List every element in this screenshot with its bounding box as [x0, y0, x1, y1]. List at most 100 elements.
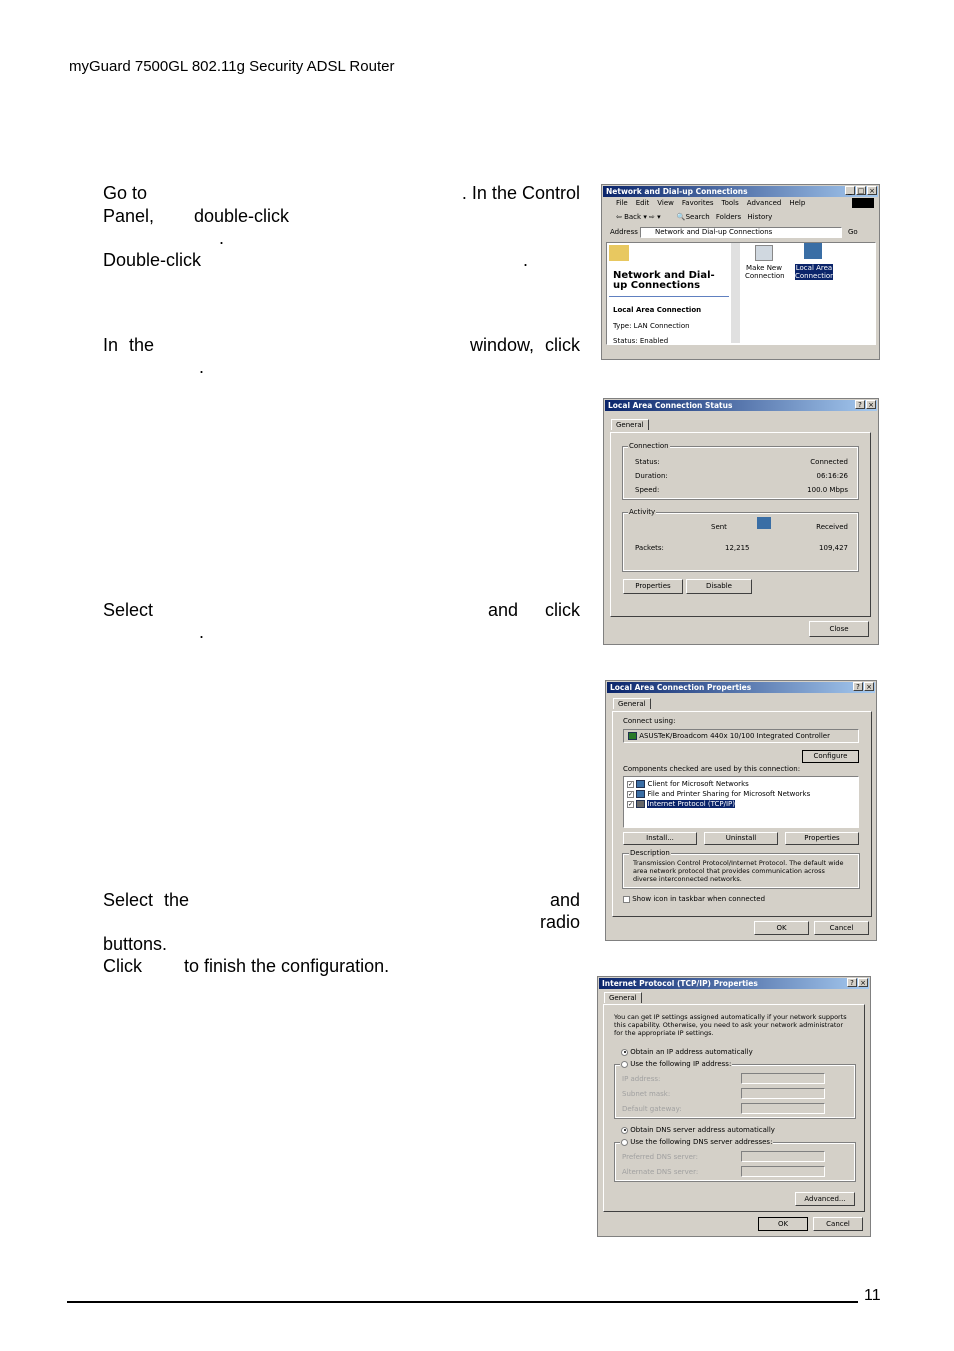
folder-icon	[609, 245, 629, 261]
cancel-button[interactable]: Cancel	[814, 921, 869, 935]
network-card-icon	[628, 732, 637, 740]
help-icon[interactable]: ?	[847, 978, 857, 987]
default-gateway-label: Default gateway:	[622, 1105, 682, 1113]
make-new-connection-icon[interactable]	[755, 245, 773, 261]
tab-general[interactable]: General	[604, 992, 642, 1003]
tcpip-properties-dialog: Internet Protocol (TCP/IP) Properties ? …	[597, 976, 871, 1237]
preferred-dns-field[interactable]	[741, 1151, 825, 1162]
received-label: Received	[816, 523, 848, 531]
uninstall-button[interactable]: Uninstall	[704, 832, 778, 845]
component-item[interactable]: ✓ File and Printer Sharing for Microsoft…	[627, 789, 855, 799]
ok-button[interactable]: OK	[758, 1217, 808, 1231]
sent-label: Sent	[711, 523, 727, 531]
component-item[interactable]: ✓ Client for Microsoft Networks	[627, 779, 855, 789]
disable-button[interactable]: Disable	[686, 579, 752, 594]
obtain-dns-radio[interactable]: Obtain DNS server address automatically	[621, 1126, 775, 1134]
configure-button[interactable]: Configure	[802, 750, 859, 763]
use-ip-radio[interactable]: Use the following IP address:	[620, 1060, 733, 1068]
text-panel: Panel,	[103, 206, 155, 226]
help-icon[interactable]: ?	[853, 682, 863, 691]
obtain-ip-radio[interactable]: Obtain an IP address automatically	[621, 1048, 753, 1056]
close-button[interactable]: Close	[809, 621, 869, 637]
connect-using-label: Connect using:	[623, 717, 676, 725]
preferred-dns-label: Preferred DNS server:	[622, 1153, 699, 1161]
title-bar: Local Area Connection Properties	[607, 682, 875, 693]
go-button[interactable]: Go	[848, 228, 858, 236]
address-bar[interactable]: Network and Dial-up Connections	[640, 227, 842, 238]
close-icon[interactable]: ×	[866, 400, 876, 409]
close-icon[interactable]: ×	[858, 978, 868, 987]
document-page: myGuard 7500GL 802.11g Security ADSL Rou…	[0, 0, 954, 1351]
text-goto: Go to	[103, 183, 148, 203]
properties-button[interactable]: Properties	[785, 832, 859, 845]
text-select: Select	[103, 600, 154, 620]
ip-address-field[interactable]	[741, 1073, 825, 1084]
status-value: Connected	[810, 458, 848, 466]
text-finish: to finish the configuration.	[184, 956, 390, 976]
text-doubleclick2: Double-click	[103, 250, 202, 270]
default-gateway-field[interactable]	[741, 1103, 825, 1114]
use-dns-radio[interactable]: Use the following DNS server addresses:	[620, 1138, 774, 1146]
text-inthe: In the	[103, 335, 155, 355]
menu-help[interactable]: Help	[789, 199, 805, 207]
components-label: Components checked are used by this conn…	[623, 765, 801, 773]
text-incontrol: . In the Control	[461, 183, 580, 203]
show-icon-checkbox[interactable]: Show icon in taskbar when connected	[623, 895, 765, 903]
menu-advanced[interactable]: Advanced	[747, 199, 782, 207]
component-item-selected[interactable]: ✓ Internet Protocol (TCP/IP)	[627, 799, 855, 809]
tab-panel: You can get IP settings assigned automat…	[603, 1004, 865, 1212]
components-list[interactable]: ✓ Client for Microsoft Networks ✓ File a…	[623, 776, 859, 828]
windows-logo-icon	[852, 198, 874, 208]
text-dot: .	[523, 250, 529, 270]
menu-view[interactable]: View	[657, 199, 674, 207]
folders-button[interactable]: Folders	[716, 213, 741, 221]
minimize-button[interactable]: _	[845, 186, 855, 195]
cancel-button[interactable]: Cancel	[813, 1217, 863, 1231]
advanced-button[interactable]: Advanced...	[795, 1192, 855, 1206]
footer-rule	[67, 1301, 858, 1303]
properties-button[interactable]: Properties	[623, 579, 683, 594]
history-button[interactable]: History	[747, 213, 772, 221]
packets-label: Packets:	[635, 544, 664, 552]
text-windowclick: window, click	[469, 335, 580, 355]
install-button[interactable]: Install...	[623, 832, 697, 845]
selected-name: Local Area Connection	[613, 306, 702, 314]
search-button[interactable]: 🔍Search	[677, 213, 710, 221]
tab-general[interactable]: General	[613, 698, 651, 709]
menu-file[interactable]: File	[616, 199, 628, 207]
title-bar: Local Area Connection Status	[605, 400, 877, 411]
make-new-connection-label[interactable]: Make New Connection	[745, 264, 785, 280]
menu-favorites[interactable]: Favorites	[682, 199, 714, 207]
ok-button[interactable]: OK	[754, 921, 809, 935]
description-group-label: Description	[629, 849, 671, 857]
activity-group-label: Activity	[628, 508, 657, 516]
menu-edit[interactable]: Edit	[636, 199, 650, 207]
local-area-connection-label[interactable]: Local Area Connection	[795, 264, 835, 280]
text-and: and	[549, 890, 580, 910]
adapter-field: ASUSTeK/Broadcom 440x 10/100 Integrated …	[623, 729, 859, 743]
page-number: 11	[864, 1287, 881, 1304]
packets-sent: 12,215	[725, 544, 750, 552]
back-button[interactable]: ⇦ Back	[616, 213, 641, 221]
help-icon[interactable]: ?	[855, 400, 865, 409]
text-dot: .	[199, 357, 205, 377]
text-dot: .	[199, 622, 205, 642]
scrollbar[interactable]	[731, 243, 740, 343]
alternate-dns-field[interactable]	[741, 1166, 825, 1177]
close-icon[interactable]: ×	[864, 682, 874, 691]
ip-address-label: IP address:	[622, 1075, 661, 1083]
menu-tools[interactable]: Tools	[722, 199, 739, 207]
intro-text: You can get IP settings assigned automat…	[614, 1013, 847, 1037]
maximize-button[interactable]: □	[856, 186, 866, 195]
text-andclick: and click	[487, 600, 580, 620]
toolbar: ⇦ Back ▾ ⇨ ▾ 🔍Search Folders History	[616, 213, 773, 221]
local-area-connection-icon[interactable]	[804, 243, 822, 259]
page-header: myGuard 7500GL 802.11g Security ADSL Rou…	[69, 58, 395, 75]
close-icon[interactable]: ×	[867, 186, 877, 195]
text-dot: .	[219, 228, 225, 248]
tab-general[interactable]: General	[611, 419, 649, 430]
connection-status-dialog: Local Area Connection Status ? × General…	[603, 398, 879, 645]
text-click: Click	[103, 956, 142, 976]
subnet-mask-field[interactable]	[741, 1088, 825, 1099]
packets-received: 109,427	[819, 544, 848, 552]
